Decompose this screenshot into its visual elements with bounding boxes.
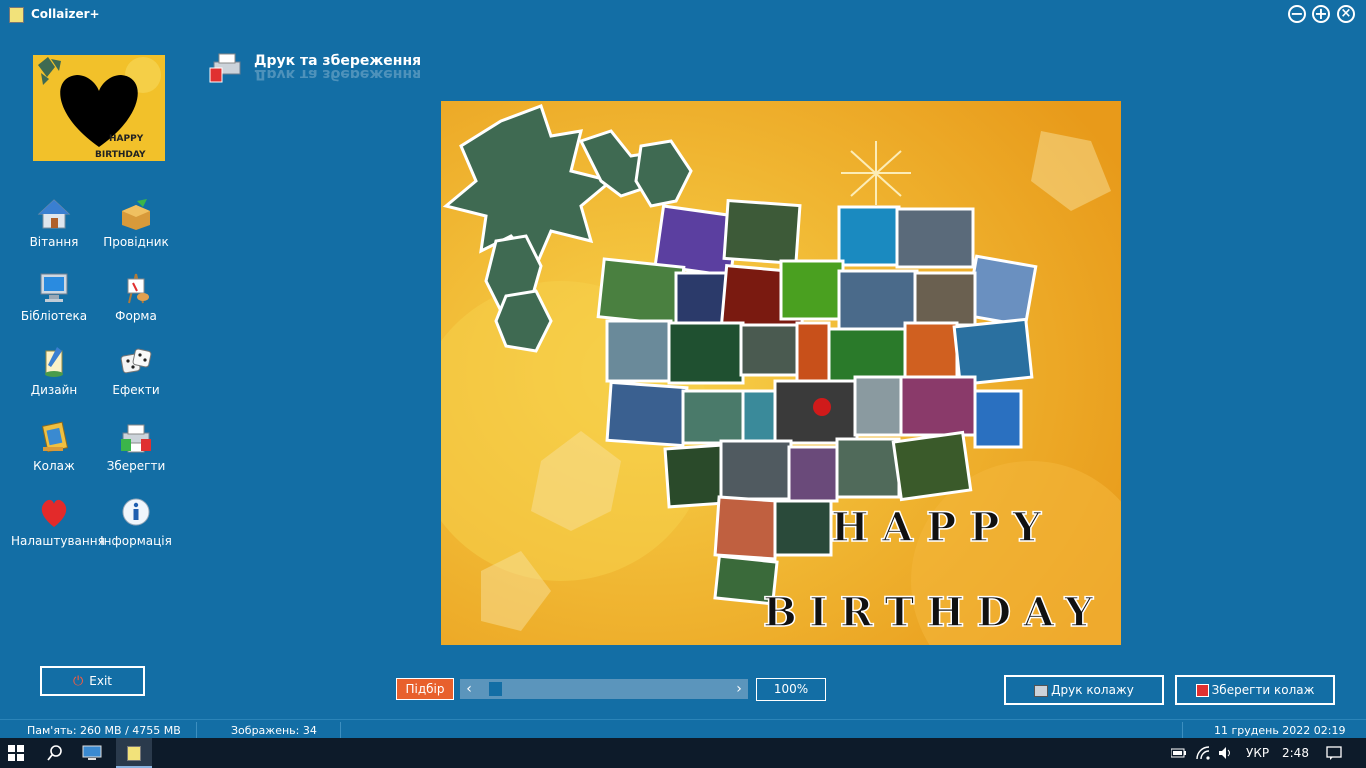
thumb-happy-text: HAPPY	[109, 134, 144, 144]
sidebar-item-label: Налаштування	[11, 534, 105, 548]
page-title-reflection: Друк та збереження	[254, 70, 422, 82]
save-print-icon	[121, 424, 151, 453]
status-divider	[1182, 722, 1183, 738]
volume-icon[interactable]	[1218, 746, 1234, 760]
sidebar-item-label: Дизайн	[30, 383, 78, 397]
status-divider	[196, 722, 197, 738]
home-icon	[37, 199, 71, 229]
print-collage-button[interactable]: Друк колажу	[1004, 675, 1164, 705]
minimize-icon[interactable]: −	[1288, 5, 1306, 23]
taskbar-collaizer-item[interactable]	[116, 738, 152, 768]
dice-icon	[120, 348, 152, 374]
sidebar-item-effects[interactable]: Ефекти	[93, 345, 179, 409]
shape-easel-icon	[127, 273, 149, 304]
notification-icon[interactable]	[1326, 745, 1342, 761]
sidebar-item-label: Форма	[115, 309, 157, 323]
chevron-right-icon[interactable]: ›	[732, 679, 746, 699]
collage-preview-thumbnail[interactable]: HAPPY BIRTHDAY	[33, 55, 165, 161]
zoom-slider-thumb[interactable]	[489, 682, 503, 696]
app-icon	[9, 7, 24, 23]
clock[interactable]: 2:48	[1282, 746, 1309, 760]
sidebar-item-shape[interactable]: Форма	[93, 271, 179, 335]
collage-icon	[41, 421, 69, 453]
sidebar-item-label: Інформація	[100, 534, 172, 548]
search-icon[interactable]	[47, 745, 63, 761]
sidebar-item-info[interactable]: Інформація	[93, 496, 179, 560]
printer-icon	[1034, 684, 1049, 697]
collaizer-app-icon	[127, 746, 141, 761]
save-collage-label: Зберегти колаж	[1211, 683, 1315, 697]
zoom-level[interactable]: 100%	[756, 678, 826, 701]
sidebar-item-settings[interactable]: Налаштування	[11, 496, 105, 560]
collage-canvas[interactable]: HAPPY BIRTHDAY	[441, 101, 1121, 645]
desktop-app-icon[interactable]	[82, 745, 102, 761]
collage-image: HAPPY BIRTHDAY	[441, 101, 1121, 645]
sidebar-item-welcome[interactable]: Вітання	[11, 197, 97, 261]
save-collage-button[interactable]: Зберегти колаж	[1175, 675, 1335, 705]
explorer-box-icon	[122, 199, 150, 230]
sidebar-item-label: Колаж	[33, 459, 75, 473]
exit-button[interactable]: ⏻ Exit	[40, 666, 145, 696]
sidebar-item-label: Вітання	[29, 235, 79, 249]
floppy-icon	[1195, 684, 1209, 697]
memory-status: Пам'ять: 260 MB / 4755 MB	[27, 724, 181, 737]
exit-label: Exit	[89, 674, 113, 688]
windows-start-icon[interactable]	[8, 745, 24, 761]
zoom-slider[interactable]: ‹ ›	[460, 679, 748, 699]
design-brush-icon	[45, 347, 63, 377]
print-save-section-icon	[209, 53, 241, 83]
status-bar: Пам'ять: 260 MB / 4755 MB Зображень: 34 …	[0, 719, 1366, 740]
sidebar-item-label: Бібліотека	[20, 309, 88, 323]
title-bar: Collaizer+ − + ×	[0, 0, 1366, 30]
sidebar-item-label: Зберегти	[106, 459, 166, 473]
print-collage-label: Друк колажу	[1051, 683, 1134, 697]
heart-icon	[41, 499, 67, 527]
app-title: Collaizer+	[31, 7, 100, 21]
sidebar-item-label: Ефекти	[112, 383, 160, 397]
thumb-birthday-text: BIRTHDAY	[95, 150, 146, 160]
taskbar: УКР 2:48	[0, 738, 1366, 768]
wifi-icon[interactable]	[1196, 746, 1210, 760]
language-indicator[interactable]: УКР	[1246, 746, 1269, 760]
sidebar-item-save[interactable]: Зберегти	[93, 421, 179, 485]
sidebar-item-library[interactable]: Бібліотека	[11, 271, 97, 335]
battery-icon[interactable]	[1171, 748, 1187, 758]
info-icon	[122, 498, 150, 526]
status-divider	[340, 722, 341, 738]
status-datetime: 11 грудень 2022 02:19	[1214, 724, 1346, 737]
images-count: Зображень: 34	[231, 724, 317, 737]
sidebar-item-design[interactable]: Дизайн	[11, 345, 97, 409]
collage-birthday-text: BIRTHDAY	[763, 589, 1093, 636]
close-icon[interactable]: ×	[1337, 5, 1355, 23]
rose-photo	[813, 398, 831, 416]
monitor-icon	[40, 273, 68, 302]
fit-button[interactable]: Підбір	[396, 678, 454, 700]
maximize-icon[interactable]: +	[1312, 5, 1330, 23]
sidebar-item-collage[interactable]: Колаж	[11, 421, 97, 485]
sidebar-item-label: Провідник	[103, 235, 169, 249]
sidebar-item-explorer[interactable]: Провідник	[93, 197, 179, 261]
chevron-left-icon[interactable]: ‹	[462, 679, 476, 699]
power-icon: ⏻	[72, 674, 84, 689]
page-title: Друк та збереження	[254, 53, 422, 69]
